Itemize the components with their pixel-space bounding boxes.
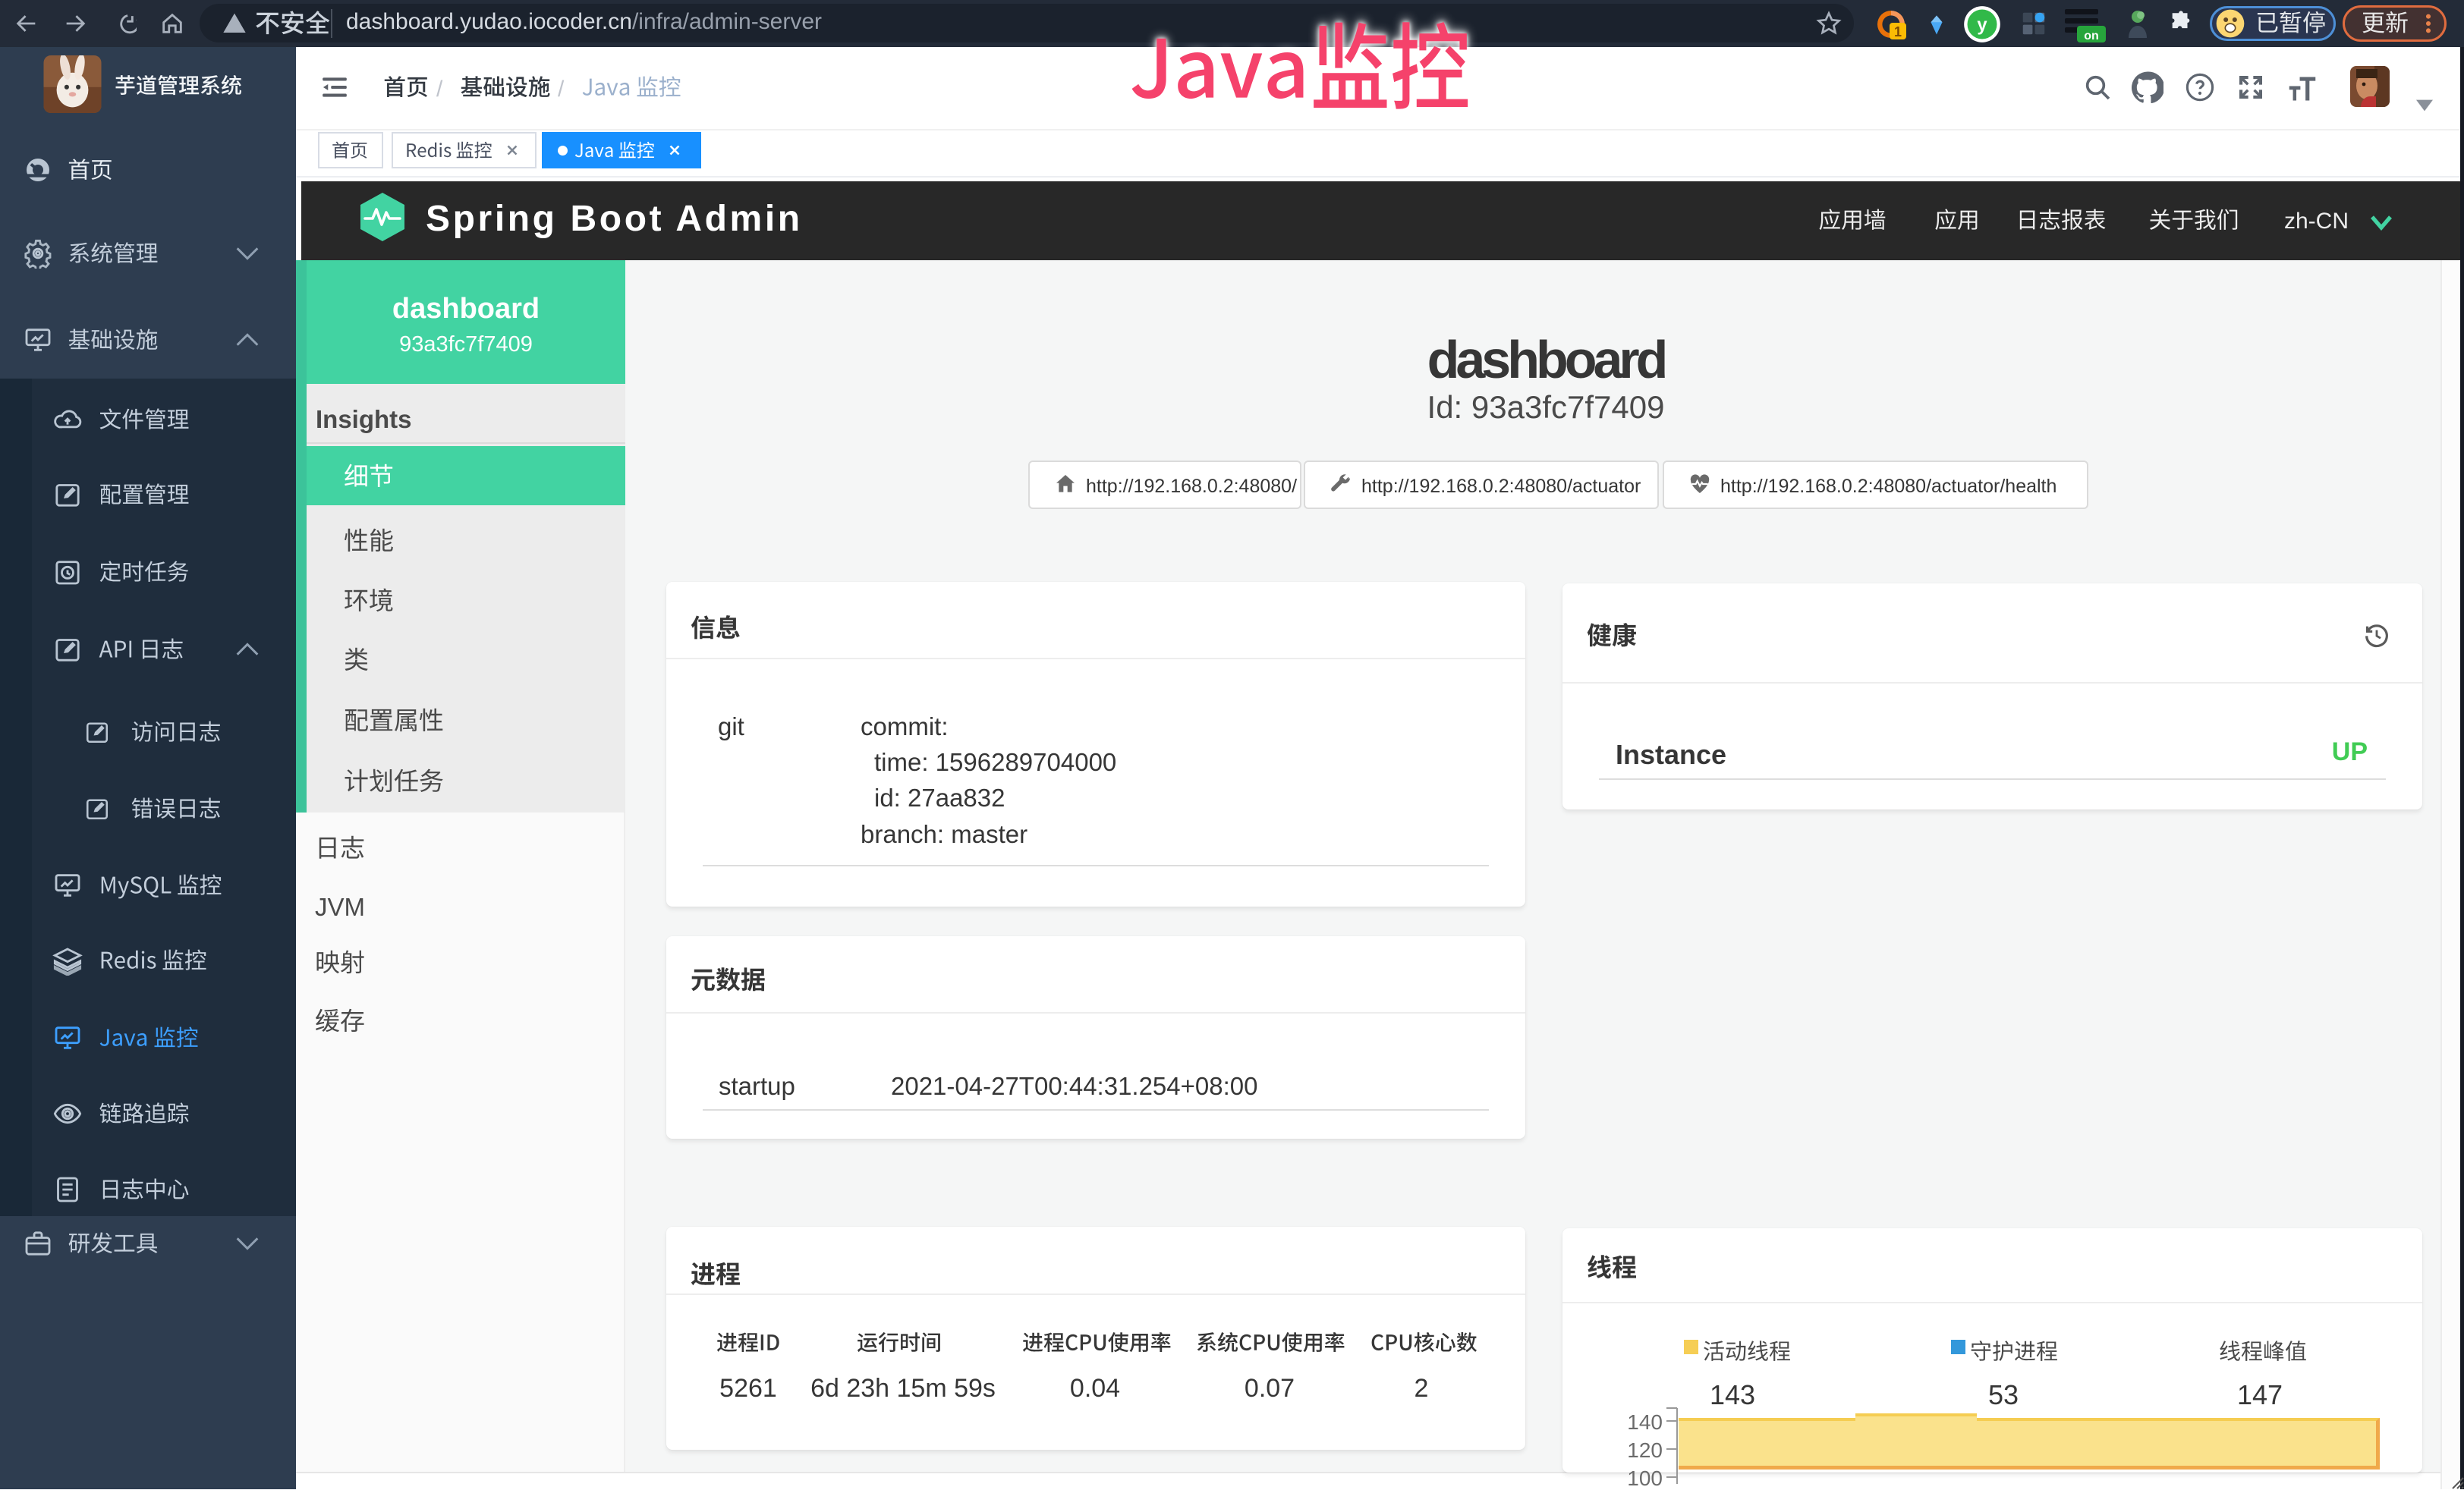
svg-text:on: on [2084,30,2099,42]
svg-text:y: y [1977,15,1987,36]
svg-text:1: 1 [1894,24,1902,39]
